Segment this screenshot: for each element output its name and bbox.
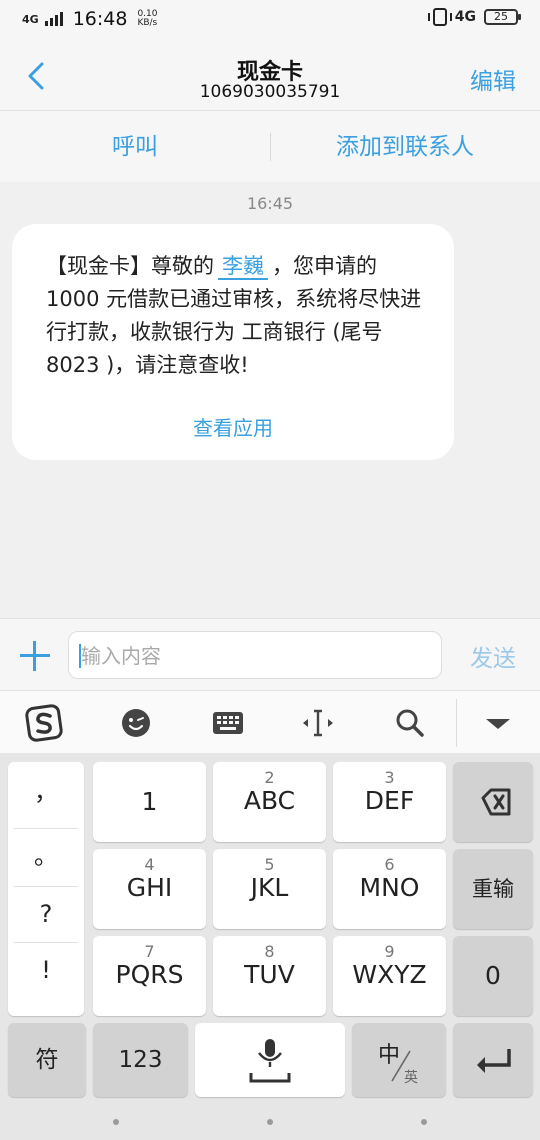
contact-actions: 呼叫 添加到联系人: [0, 110, 540, 182]
keyboard-icon: [213, 712, 243, 734]
enter-key[interactable]: [453, 1023, 533, 1097]
vibrate-icon: [427, 8, 452, 26]
sogou-logo-icon: [25, 704, 63, 742]
key-9-wxyz[interactable]: 9 WXYZ: [333, 936, 446, 1016]
key-7-pqrs[interactable]: 7 PQRS: [93, 936, 206, 1016]
language-switch-key[interactable]: 中 英: [352, 1023, 446, 1097]
message-list[interactable]: 16:45 【现金卡】尊敬的 李巍 ，您申请的 1000 元借款已通过审核，系统将尽…: [0, 182, 540, 618]
call-button[interactable]: 呼叫: [0, 111, 270, 183]
backspace-key[interactable]: [453, 762, 533, 842]
symbol-key-question[interactable]: ?: [8, 886, 84, 942]
cursor-move-icon: [303, 709, 333, 737]
key-4-ghi[interactable]: 4 GHI: [93, 849, 206, 929]
view-app-link[interactable]: 查看应用: [12, 412, 454, 441]
message-text: 【现金卡】尊敬的 李巍 ，您申请的 1000 元借款已通过审核，系统将尽快进行打款，…: [46, 254, 422, 377]
key-5-jkl[interactable]: 5 JKL: [213, 849, 326, 929]
add-to-contacts-button[interactable]: 添加到联系人: [270, 111, 540, 183]
emoji-button[interactable]: [114, 701, 158, 745]
key-8-tuv[interactable]: 8 TUV: [213, 936, 326, 1016]
network-speed: 0.10 KB/s: [137, 9, 158, 28]
chevron-down-icon: [486, 719, 510, 729]
symbol-key-exclaim[interactable]: !: [8, 942, 84, 998]
number-switch-key[interactable]: 123: [93, 1023, 188, 1097]
hide-keyboard-button[interactable]: [476, 701, 520, 745]
compose-bar: 发送: [0, 618, 540, 690]
symbol-switch-key[interactable]: 符: [8, 1023, 86, 1097]
edit-button[interactable]: 编辑: [470, 62, 516, 96]
keyboard-toolbar: [0, 690, 540, 754]
search-icon: [396, 709, 424, 737]
message-input[interactable]: [81, 638, 431, 674]
sms-conversation-screen: 4G 16:48 0.10 KB/s 4G 25 现金卡 10690300357…: [0, 0, 540, 1140]
key-3-def[interactable]: 3 DEF: [333, 762, 446, 842]
microphone-icon: [249, 1039, 291, 1083]
keyboard-switch-button[interactable]: [206, 701, 250, 745]
network-type-right: 4G: [454, 9, 476, 25]
clock: 16:48: [72, 8, 128, 30]
toolbar-divider: [456, 699, 457, 747]
key-0[interactable]: 0: [453, 936, 533, 1016]
message-bubble[interactable]: 【现金卡】尊敬的 李巍 ，您申请的 1000 元借款已通过审核，系统将尽快进行打款，…: [12, 224, 454, 460]
nav-back-button[interactable]: [421, 1119, 427, 1125]
message-input-box[interactable]: [68, 631, 442, 679]
nav-menu-button[interactable]: [113, 1119, 119, 1125]
key-6-mno[interactable]: 6 MNO: [333, 849, 446, 929]
navigation-bar: [0, 1114, 540, 1140]
key-1[interactable]: 1: [93, 762, 206, 842]
cursor-move-button[interactable]: [296, 701, 340, 745]
symbol-column: ， 。 ? !: [8, 762, 84, 1016]
emoji-icon: [122, 709, 150, 737]
message-timestamp: 16:45: [246, 194, 294, 213]
t9-keyboard: ， 。 ? ! 1 2 ABC 3 DEF 4 GHI 5 JKL 6 MNO …: [0, 754, 540, 1114]
battery-icon: 25: [484, 9, 521, 25]
conversation-header: 现金卡 1069030035791 编辑: [0, 42, 540, 110]
backspace-icon: [481, 788, 511, 816]
voice-space-key[interactable]: [195, 1023, 345, 1097]
sogou-logo-button[interactable]: [22, 701, 66, 745]
network-type-left: 4G: [22, 12, 39, 26]
symbol-key-comma[interactable]: ，: [8, 764, 84, 820]
name-link[interactable]: 李巍: [218, 254, 268, 280]
symbol-key-period[interactable]: 。: [8, 828, 84, 884]
nav-home-button[interactable]: [267, 1119, 273, 1125]
search-button[interactable]: [388, 701, 432, 745]
send-button[interactable]: 发送: [470, 639, 516, 673]
contact-number: 1069030035791: [199, 82, 341, 102]
add-attachment-button[interactable]: [20, 641, 50, 671]
signal-icon: [44, 12, 63, 26]
reenter-key[interactable]: 重输: [453, 849, 533, 929]
key-2-abc[interactable]: 2 ABC: [213, 762, 326, 842]
status-bar: 4G 16:48 0.10 KB/s 4G 25: [0, 0, 540, 42]
enter-icon: [477, 1049, 511, 1073]
